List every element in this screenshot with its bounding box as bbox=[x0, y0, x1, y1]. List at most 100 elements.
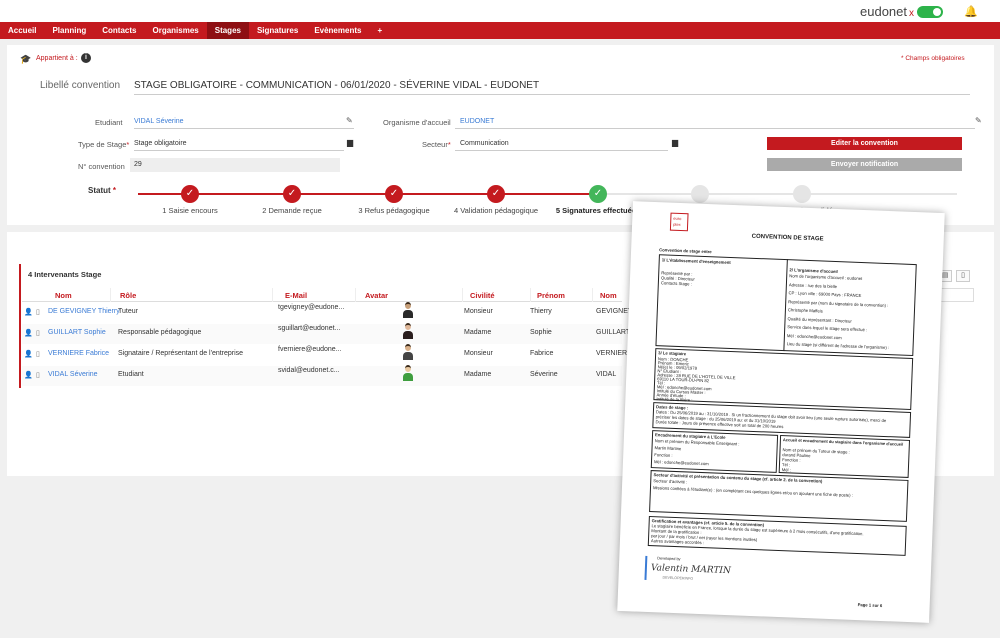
file-icon[interactable]: ▯ bbox=[36, 350, 40, 358]
document-icon[interactable]: ▯ bbox=[956, 270, 970, 282]
row-role: Etudiant bbox=[118, 371, 144, 378]
etudiant-underline bbox=[134, 128, 354, 129]
document-line: Martin Martine bbox=[654, 445, 682, 452]
row-nom: VIDAL bbox=[596, 371, 617, 378]
intervenants-title: 4 Intervenants Stage bbox=[28, 270, 102, 279]
document-intro: Convention de stage entre bbox=[659, 247, 712, 255]
column-separator bbox=[592, 288, 593, 302]
nav-item-3[interactable]: Organismes bbox=[144, 22, 206, 39]
row-civilite: Madame bbox=[464, 371, 492, 378]
column-separator bbox=[272, 288, 273, 302]
column-header-0[interactable]: Nom bbox=[55, 291, 72, 300]
pencil-icon[interactable]: ✎ bbox=[346, 116, 353, 125]
person-icon: 👤 bbox=[24, 351, 33, 358]
main-nav: Accueil Planning Contacts Organismes Stages S… bbox=[0, 22, 1000, 39]
row-civilite: Monsieur bbox=[464, 350, 493, 357]
column-separator bbox=[355, 288, 356, 302]
column-header-6[interactable]: Nom bbox=[600, 291, 617, 300]
row-nom: GUILLART bbox=[596, 329, 631, 336]
organisme-field[interactable]: EUDONET bbox=[460, 118, 494, 125]
row-name-link[interactable]: GUILLART Sophie bbox=[48, 329, 106, 336]
column-header-5[interactable]: Prénom bbox=[537, 291, 565, 300]
secteur-field[interactable]: Communication bbox=[460, 140, 509, 147]
row-email[interactable]: fverniere@eudone... bbox=[278, 346, 342, 353]
step-connector bbox=[190, 193, 292, 195]
row-email[interactable]: sguillart@eudonet... bbox=[278, 325, 340, 332]
avatar bbox=[402, 344, 414, 360]
column-header-4[interactable]: Civilité bbox=[470, 291, 495, 300]
column-header-3[interactable]: Avatar bbox=[365, 291, 388, 300]
step-7-dot[interactable] bbox=[793, 185, 811, 203]
document-title: CONVENTION DE STAGE bbox=[751, 233, 824, 243]
row-name-link[interactable]: VIDAL Séverine bbox=[48, 371, 98, 378]
signature-stamp: Developed by Valentin MARTIN DEVELOPERIN… bbox=[644, 555, 731, 583]
edit-convention-button[interactable]: Editer la convention bbox=[767, 137, 962, 150]
nav-item-0[interactable]: Accueil bbox=[0, 22, 44, 39]
num-convention-label: N° convention bbox=[78, 162, 125, 171]
libelle-underline bbox=[134, 94, 970, 95]
avatar bbox=[402, 323, 414, 339]
person-icon: 👤 bbox=[24, 309, 33, 316]
step-4-dot[interactable]: ✓ bbox=[487, 185, 505, 203]
column-header-2[interactable]: E-Mail bbox=[285, 291, 307, 300]
column-header-1[interactable]: Rôle bbox=[120, 291, 136, 300]
column-separator bbox=[530, 288, 531, 302]
libelle-value[interactable]: STAGE OBLIGATOIRE - COMMUNICATION - 06/0… bbox=[134, 80, 539, 91]
organisme-underline bbox=[455, 128, 975, 129]
step-5-dot[interactable]: ✓ bbox=[589, 185, 607, 203]
person-icon: 👤 bbox=[24, 330, 33, 337]
statut-label: Statut * bbox=[88, 186, 117, 195]
libelle-label: Libellé convention bbox=[40, 80, 121, 91]
row-civilite: Madame bbox=[464, 329, 492, 336]
row-name-link[interactable]: DE GEVIGNEY Thierry bbox=[48, 308, 120, 315]
pencil-icon[interactable]: ✎ bbox=[975, 116, 982, 125]
file-icon[interactable]: ▯ bbox=[36, 371, 40, 379]
send-notification-button[interactable]: Envoyer notification bbox=[767, 158, 962, 171]
step-connector bbox=[394, 193, 496, 195]
step-connector bbox=[496, 193, 598, 195]
folder-icon[interactable]: ▆ bbox=[672, 138, 678, 147]
row-role: Signataire / Représentant de l'entrepris… bbox=[118, 350, 244, 357]
nav-item-2[interactable]: Contacts bbox=[94, 22, 144, 39]
document-line: Fonction : bbox=[654, 452, 673, 458]
row-email[interactable]: svidal@eudonet.c... bbox=[278, 367, 340, 374]
info-icon[interactable]: i bbox=[81, 53, 91, 63]
num-convention-value: 29 bbox=[134, 161, 142, 168]
row-prenom: Thierry bbox=[530, 308, 552, 315]
row-role: Responsable pédagogique bbox=[118, 329, 202, 336]
mode-toggle[interactable] bbox=[917, 6, 943, 18]
doc-s3-title: 3/ Le stagiaire bbox=[658, 350, 687, 357]
type-field[interactable]: Stage obligatoire bbox=[134, 140, 187, 147]
required-fields-note: * Champs obligatoires bbox=[901, 55, 965, 62]
step-connector bbox=[292, 193, 394, 195]
folder-icon[interactable]: ▆ bbox=[347, 138, 353, 147]
row-name-link[interactable]: VERNIERE Fabrice bbox=[48, 350, 109, 357]
row-role: Tuteur bbox=[118, 308, 138, 315]
nav-item-1[interactable]: Planning bbox=[44, 22, 94, 39]
secteur-label: Secteur* bbox=[422, 140, 451, 149]
row-email[interactable]: tgevigney@eudone... bbox=[278, 304, 344, 311]
brand-logo: eudonet x bbox=[860, 4, 914, 19]
step-connector bbox=[700, 193, 802, 195]
person-icon: 👤 bbox=[24, 372, 33, 379]
step-6-dot[interactable] bbox=[691, 185, 709, 203]
num-convention-field bbox=[130, 158, 340, 172]
etudiant-field[interactable]: VIDAL Séverine bbox=[134, 118, 184, 125]
row-nom: GEVIGNEY bbox=[596, 308, 633, 315]
nav-item-6[interactable]: Evènements bbox=[306, 22, 369, 39]
file-icon[interactable]: ▯ bbox=[36, 308, 40, 316]
file-icon[interactable]: ▯ bbox=[36, 329, 40, 337]
table-header bbox=[22, 288, 622, 302]
column-separator bbox=[110, 288, 111, 302]
step-1-dot[interactable]: ✓ bbox=[181, 185, 199, 203]
step-3-dot[interactable]: ✓ bbox=[385, 185, 403, 203]
panel-accent-bar bbox=[19, 264, 21, 388]
bell-icon[interactable]: 🔔 bbox=[964, 5, 978, 18]
row-prenom: Sophie bbox=[530, 329, 552, 336]
nav-item-5[interactable]: Signatures bbox=[249, 22, 306, 39]
nav-item-4[interactable]: Stages bbox=[206, 22, 249, 39]
nav-item-7[interactable]: + bbox=[369, 22, 390, 39]
step-2-dot[interactable]: ✓ bbox=[283, 185, 301, 203]
column-separator bbox=[462, 288, 463, 302]
row-civilite: Monsieur bbox=[464, 308, 493, 315]
